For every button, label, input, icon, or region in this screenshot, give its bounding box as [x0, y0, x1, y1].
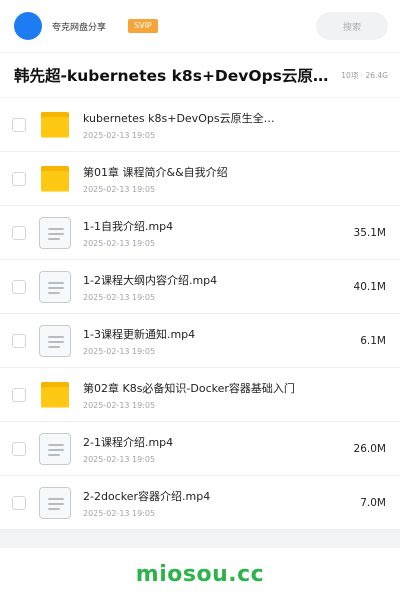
document-file-icon — [39, 486, 71, 519]
file-size: 6.1M — [360, 334, 386, 347]
file-row[interactable]: 第01章 课程简介&&自我介绍 2025-02-13 19:05 — [0, 152, 400, 206]
file-date: 2025-02-13 19:05 — [83, 454, 156, 464]
user-name: 夸克网盘分享 — [52, 22, 107, 33]
document-file-icon — [39, 216, 71, 249]
search-placeholder: 搜索 — [342, 22, 361, 33]
file-info: 1-3课程更新通知.mp4 2025-02-13 19:05 — [83, 326, 360, 356]
watermark-text: miosou.cc — [135, 561, 265, 587]
file-info: 第01章 课程简介&&自我介绍 2025-02-13 19:05 — [83, 164, 400, 194]
folder-icon — [39, 163, 71, 195]
row-checkbox[interactable] — [12, 225, 26, 240]
file-size: 7.0M — [360, 496, 386, 509]
file-name: 1-1自我介绍.mp4 — [83, 219, 174, 233]
footer: miosou.cc — [0, 548, 400, 600]
row-checkbox[interactable] — [12, 441, 26, 456]
file-info: 1-1自我介绍.mp4 2025-02-13 19:05 — [83, 218, 354, 248]
share-meta: 10项 · 26.4G — [341, 70, 388, 80]
file-date: 2025-02-13 19:05 — [83, 184, 156, 194]
document-file-icon — [39, 324, 71, 357]
document-file-icon — [39, 270, 71, 303]
file-date: 2025-02-13 19:05 — [83, 508, 156, 518]
top-header: 夸克网盘分享 SVIP 搜索 — [0, 0, 400, 52]
file-name: kubernetes k8s+DevOps云原生全… — [83, 111, 275, 125]
file-date: 2025-02-13 19:05 — [83, 238, 156, 248]
file-name: 2-1课程介绍.mp4 — [83, 435, 174, 449]
file-date: 2025-02-13 19:05 — [83, 400, 156, 410]
file-row[interactable]: 2-2docker容器介绍.mp4 2025-02-13 19:05 7.0M — [0, 476, 400, 530]
file-row[interactable]: 1-1自我介绍.mp4 2025-02-13 19:05 35.1M — [0, 206, 400, 260]
document-file-icon — [39, 432, 71, 465]
share-title: 韩先超-kubernetes k8s+DevOps云原生全栈技术 — [14, 67, 342, 85]
row-checkbox[interactable] — [12, 171, 26, 186]
file-name: 2-2docker容器介绍.mp4 — [83, 489, 211, 503]
file-row[interactable]: 第02章 K8s必备知识-Docker容器基础入门 2025-02-13 19:0… — [0, 368, 400, 422]
file-row[interactable]: 1-3课程更新通知.mp4 2025-02-13 19:05 6.1M — [0, 314, 400, 368]
file-row[interactable]: 1-2课程大纲内容介绍.mp4 2025-02-13 19:05 40.1M — [0, 260, 400, 314]
file-size: 40.1M — [353, 280, 386, 293]
row-checkbox[interactable] — [12, 117, 26, 132]
share-title-bar: 韩先超-kubernetes k8s+DevOps云原生全栈技术 10项 · 2… — [0, 53, 400, 97]
row-checkbox[interactable] — [12, 495, 26, 510]
file-date: 2025-02-13 19:05 — [83, 346, 156, 356]
file-name: 1-3课程更新通知.mp4 — [83, 327, 196, 341]
file-info: kubernetes k8s+DevOps云原生全… 2025-02-13 19:… — [83, 110, 400, 140]
file-info: 2-2docker容器介绍.mp4 2025-02-13 19:05 — [83, 488, 360, 518]
file-list: kubernetes k8s+DevOps云原生全… 2025-02-13 19:… — [0, 98, 400, 530]
file-info: 2-1课程介绍.mp4 2025-02-13 19:05 — [83, 434, 354, 464]
file-name: 第01章 课程简介&&自我介绍 — [83, 165, 228, 179]
row-checkbox[interactable] — [12, 387, 26, 402]
row-checkbox[interactable] — [12, 279, 26, 294]
search-input[interactable]: 搜索 — [316, 12, 388, 40]
avatar[interactable] — [14, 12, 42, 40]
file-info: 1-2课程大纲内容介绍.mp4 2025-02-13 19:05 — [83, 272, 354, 302]
folder-icon — [39, 379, 71, 411]
file-date: 2025-02-13 19:05 — [83, 130, 156, 140]
file-size: 35.1M — [353, 226, 386, 239]
file-info: 第02章 K8s必备知识-Docker容器基础入门 2025-02-13 19:0… — [83, 380, 400, 410]
folder-icon — [39, 109, 71, 141]
file-row[interactable]: kubernetes k8s+DevOps云原生全… 2025-02-13 19:… — [0, 98, 400, 152]
file-row[interactable]: 2-1课程介绍.mp4 2025-02-13 19:05 26.0M — [0, 422, 400, 476]
file-name: 第02章 K8s必备知识-Docker容器基础入门 — [83, 381, 295, 395]
file-name: 1-2课程大纲内容介绍.mp4 — [83, 273, 218, 287]
svip-badge: SVIP — [128, 19, 158, 33]
row-checkbox[interactable] — [12, 333, 26, 348]
file-date: 2025-02-13 19:05 — [83, 292, 156, 302]
file-size: 26.0M — [353, 442, 386, 455]
